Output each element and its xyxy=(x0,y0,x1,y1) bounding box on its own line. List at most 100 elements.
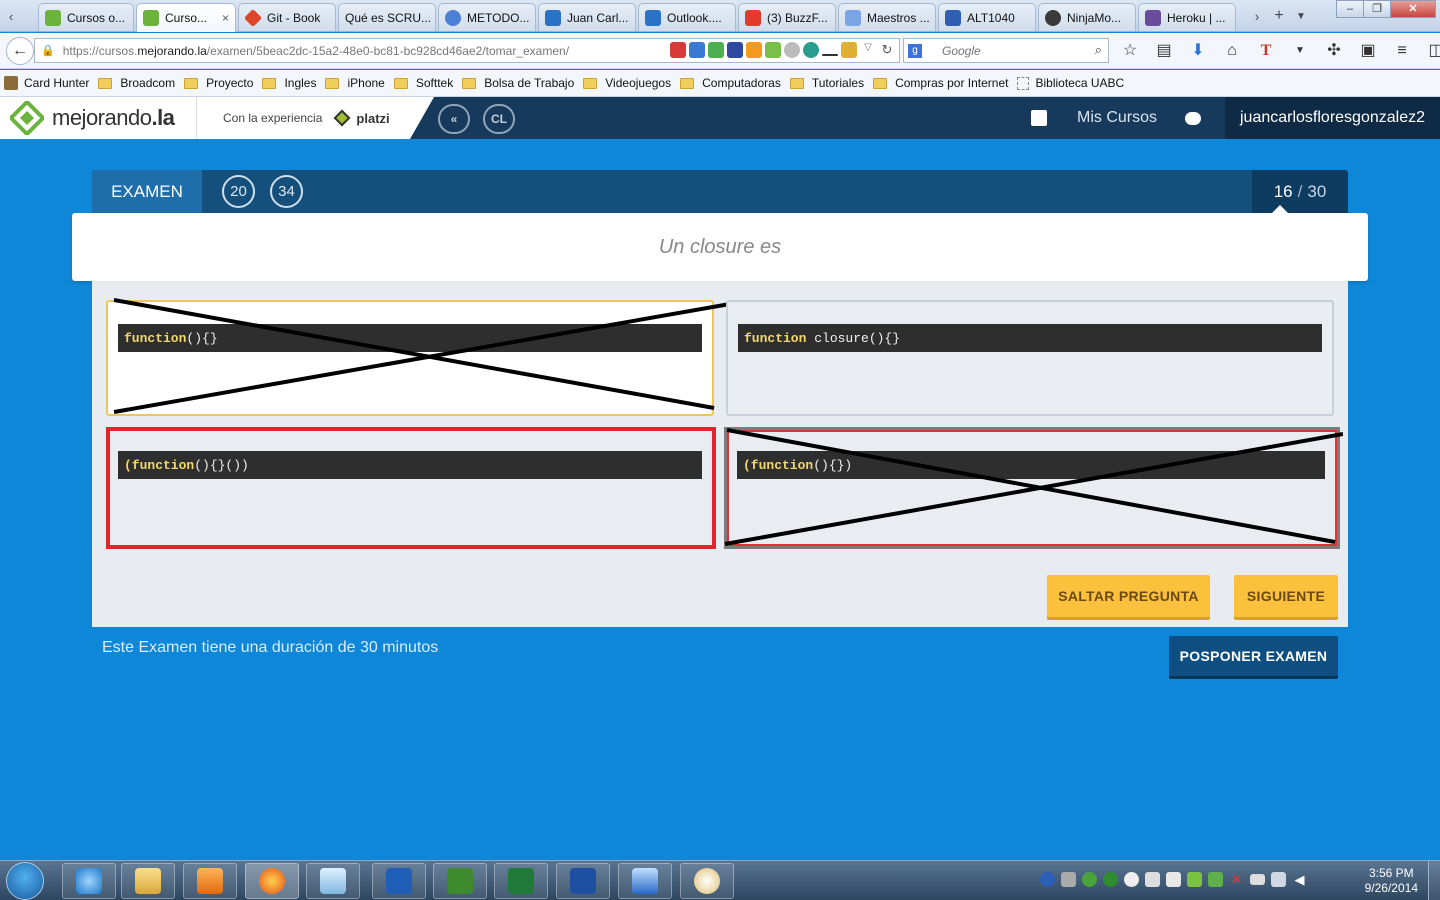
menu-hamburger-icon[interactable]: ≡ xyxy=(1390,39,1414,63)
addon-icon[interactable] xyxy=(765,42,781,58)
bookmark-folder-softtek[interactable]: Softtek xyxy=(393,76,453,90)
bookmark-folder-broadcom[interactable]: Broadcom xyxy=(98,76,175,90)
addon-chevron-down-icon[interactable]: ▼ xyxy=(1288,39,1312,63)
close-tab-icon[interactable]: × xyxy=(222,11,229,25)
taskbar-notepad-icon[interactable] xyxy=(306,863,360,899)
tray-app-icon[interactable] xyxy=(1166,872,1181,887)
tab-scroll-right-icon[interactable]: › xyxy=(1246,0,1268,32)
reload-icon[interactable]: ↻ xyxy=(879,42,895,58)
taskbar-ie-icon[interactable] xyxy=(62,863,116,899)
pocket-addon-icon[interactable]: ▣ xyxy=(1356,39,1380,63)
maximize-icon[interactable]: ❐ xyxy=(1363,0,1391,18)
action-center-flag-icon[interactable] xyxy=(1250,874,1265,885)
addon-icon[interactable] xyxy=(746,42,762,58)
addon-icon[interactable] xyxy=(822,54,838,56)
tab-buzzfeed[interactable]: (3) BuzzF... xyxy=(738,3,836,31)
volume-icon[interactable]: ◀ xyxy=(1292,872,1307,887)
tab-metodo[interactable]: METODO... xyxy=(438,3,536,31)
mis-cursos-link[interactable]: Mis Cursos xyxy=(1077,109,1157,127)
tray-app-icon[interactable] xyxy=(1103,872,1118,887)
taskbar-media-player-icon[interactable] xyxy=(183,863,237,899)
back-arrow-icon[interactable]: ← xyxy=(6,37,34,65)
site-logo[interactable]: mejorando.la xyxy=(0,97,196,139)
tray-app-icon[interactable] xyxy=(1208,872,1223,887)
tray-error-icon[interactable]: ✕ xyxy=(1229,872,1244,887)
taskbar-paint-icon[interactable] xyxy=(680,863,734,899)
search-box[interactable]: g ⌕ xyxy=(903,38,1109,63)
minimize-icon[interactable]: – xyxy=(1336,0,1364,18)
postpone-exam-button[interactable]: POSPONER EXAMEN xyxy=(1169,636,1338,676)
tab-ninjamo[interactable]: NinjaMo... xyxy=(1038,3,1136,31)
bookmark-star-icon[interactable]: ☆ xyxy=(1118,39,1142,63)
tray-app-icon[interactable] xyxy=(1145,872,1160,887)
translate-addon-icon[interactable]: T xyxy=(1254,39,1278,63)
tab-maestros[interactable]: Maestros ... xyxy=(838,3,936,31)
tab-list-chevron-down-icon[interactable]: ▼ xyxy=(1290,0,1312,32)
tab-cursos-1[interactable]: Cursos o... xyxy=(38,3,134,31)
next-button[interactable]: SIGUIENTE xyxy=(1234,575,1338,617)
history-chevron-down-icon[interactable]: ▽ xyxy=(860,42,876,58)
tab-juan-carlos[interactable]: Juan Carl... xyxy=(538,3,636,31)
sidebar-toggle-icon[interactable]: ◫ xyxy=(1424,39,1440,63)
bookmark-folder-proyecto[interactable]: Proyecto xyxy=(184,76,253,90)
search-input[interactable] xyxy=(942,43,1082,58)
tab-heroku[interactable]: Heroku | ... xyxy=(1138,3,1236,31)
answer-option-1[interactable]: function(){} xyxy=(106,298,730,416)
network-icon[interactable] xyxy=(1271,872,1286,887)
platzi-logo[interactable]: platzi xyxy=(333,109,390,127)
addon-icon[interactable] xyxy=(727,42,743,58)
windows-start-icon[interactable] xyxy=(6,862,44,900)
rewind-nav-button[interactable]: « xyxy=(438,104,470,134)
bookmark-folder-ingles[interactable]: Ingles xyxy=(262,76,316,90)
addon-icon[interactable] xyxy=(803,42,819,58)
show-desktop-button[interactable] xyxy=(1428,861,1440,900)
tab-scrum[interactable]: Qué es SCRU... xyxy=(338,3,436,31)
search-icon[interactable]: ⌕ xyxy=(1095,42,1102,58)
tray-app-icon[interactable] xyxy=(1124,872,1139,887)
bookmark-folder-bolsa-de-trabajo[interactable]: Bolsa de Trabajo xyxy=(462,76,574,90)
chat-bubble-icon[interactable] xyxy=(1185,111,1201,125)
address-bar[interactable]: 🔒 https://cursos.mejorando.la/examen/5be… xyxy=(34,38,900,63)
taskbar-lync-icon[interactable] xyxy=(372,863,426,899)
taskbar-excel-icon[interactable] xyxy=(494,863,548,899)
answer-option-3[interactable]: (function(){}()) xyxy=(106,427,716,549)
tray-app-icon[interactable] xyxy=(1187,872,1202,887)
user-menu[interactable]: juancarlosfloresgonzalez2 xyxy=(1225,97,1440,139)
taskbar-firefox-icon[interactable] xyxy=(245,863,299,899)
bookmark-biblioteca-uabc[interactable]: Biblioteca UABC xyxy=(1017,76,1124,90)
notebook-icon[interactable] xyxy=(1030,110,1047,126)
tab-outlook[interactable]: Outlook.... xyxy=(638,3,736,31)
puzzle-addon-icon[interactable]: ✣ xyxy=(1322,39,1346,63)
google-search-engine-icon[interactable]: g xyxy=(908,43,922,58)
taskbar-clock[interactable]: 3:56 PM 9/26/2014 xyxy=(1365,866,1418,896)
home-icon[interactable]: ⌂ xyxy=(1220,39,1244,63)
tab-git-book[interactable]: Git - Book xyxy=(238,3,336,31)
bookmark-folder-videojuegos[interactable]: Videojuegos xyxy=(583,76,671,90)
bookmark-folder-tutoriales[interactable]: Tutoriales xyxy=(789,76,864,90)
tab-alt1040[interactable]: ALT1040 xyxy=(938,3,1036,31)
bookmark-folder-compras[interactable]: Compras por Internet xyxy=(873,76,1008,90)
addon-icon[interactable] xyxy=(841,42,857,58)
bookmark-folder-iphone[interactable]: iPhone xyxy=(325,76,385,90)
reading-list-icon[interactable]: ▤ xyxy=(1152,39,1176,63)
tab-scroll-left-icon[interactable]: ‹ xyxy=(0,0,22,32)
bookmark-card-hunter[interactable]: Card Hunter xyxy=(4,76,89,90)
tray-app-icon[interactable] xyxy=(1040,872,1055,887)
download-arrow-icon[interactable]: ⬇ xyxy=(1186,39,1210,63)
tray-app-icon[interactable] xyxy=(1061,872,1076,887)
tab-cursos-active[interactable]: Curso... × xyxy=(136,3,236,32)
answer-option-2[interactable]: function closure(){} xyxy=(726,300,1334,416)
taskbar-explorer-icon[interactable] xyxy=(121,863,175,899)
answer-option-4[interactable]: (function(){}) xyxy=(724,427,1343,549)
new-tab-icon[interactable]: + xyxy=(1268,0,1290,32)
bookmark-folder-computadoras[interactable]: Computadoras xyxy=(680,76,781,90)
cl-nav-button[interactable]: CL xyxy=(483,104,515,134)
taskbar-project-icon[interactable] xyxy=(433,863,487,899)
skip-question-button[interactable]: SALTAR PREGUNTA xyxy=(1047,575,1210,617)
clock-addon-icon[interactable] xyxy=(784,42,800,58)
addon-icon[interactable] xyxy=(708,42,724,58)
taskbar-word-icon[interactable] xyxy=(556,863,610,899)
window-close-icon[interactable]: ✕ xyxy=(1390,0,1436,18)
addon-icon[interactable] xyxy=(689,42,705,58)
tray-app-icon[interactable] xyxy=(1082,872,1097,887)
